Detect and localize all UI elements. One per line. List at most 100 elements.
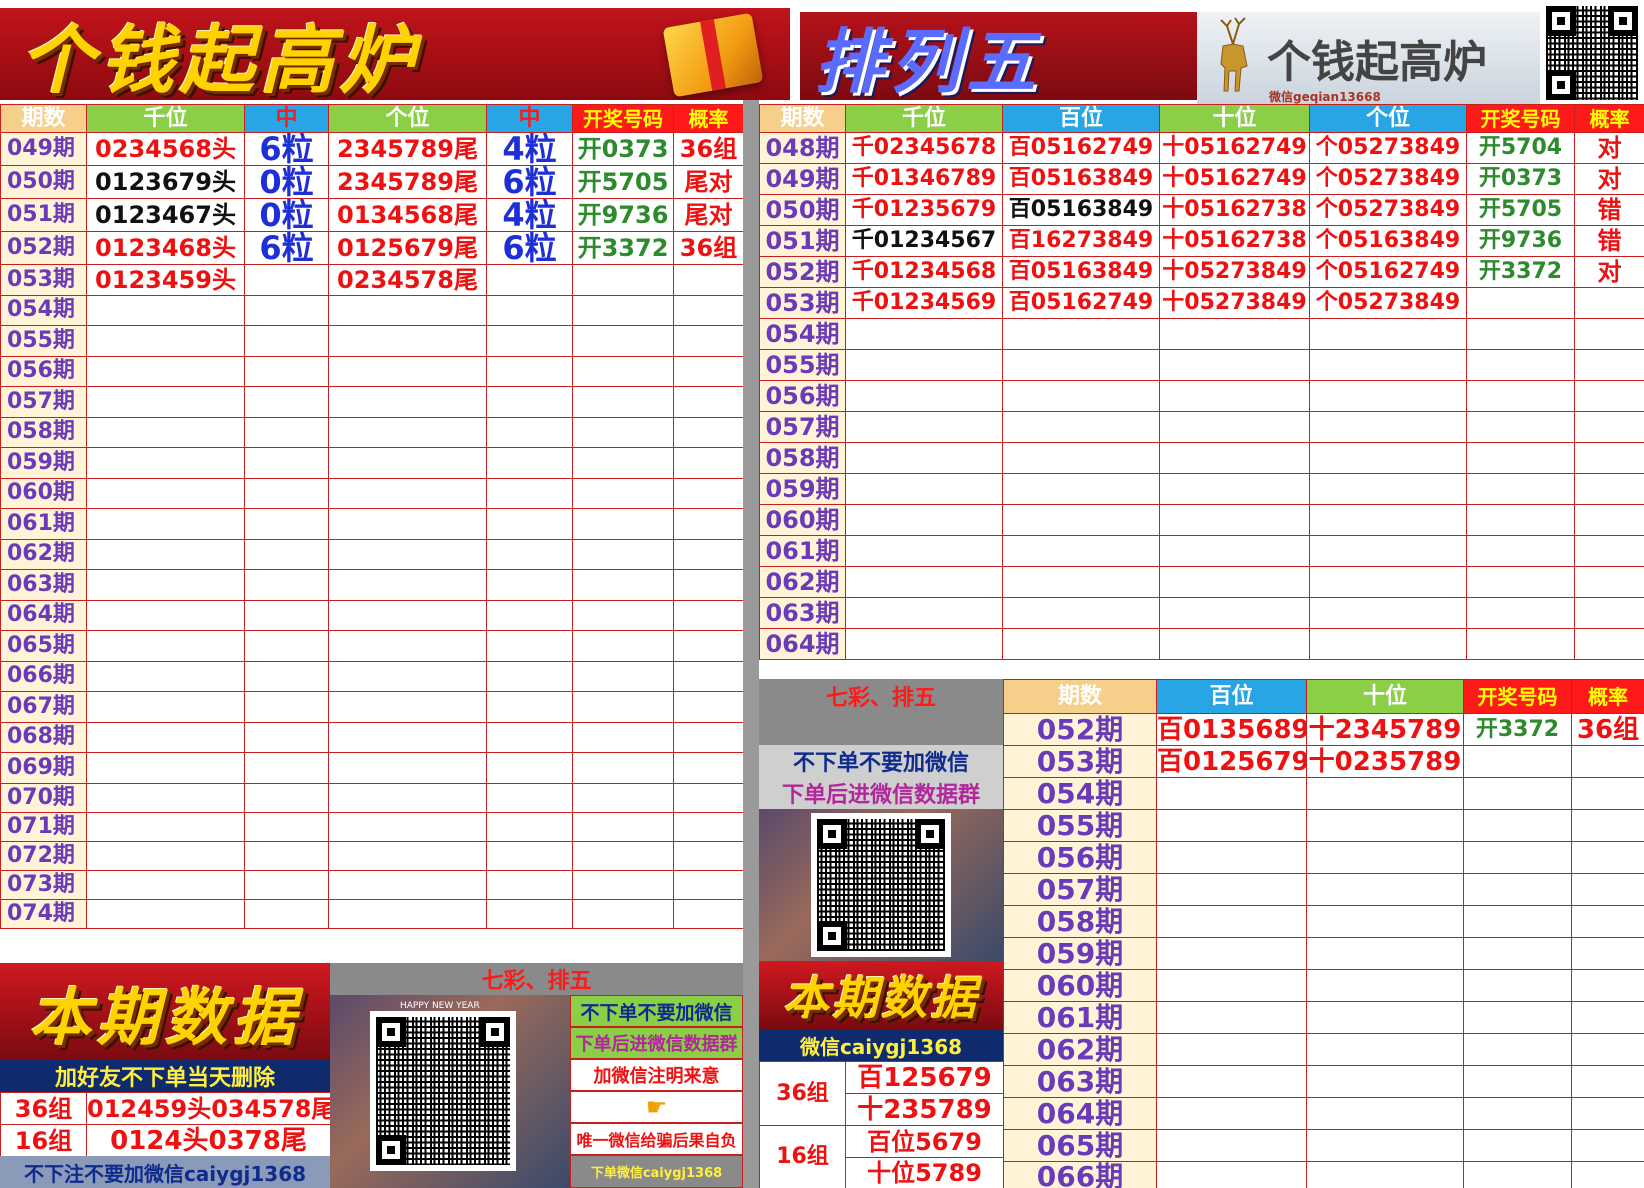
table-cell: [486, 264, 573, 296]
table-cell: [1156, 873, 1307, 906]
period-label: 050期: [0, 165, 87, 199]
table-cell: [1002, 535, 1160, 567]
table-cell: [1156, 905, 1307, 938]
table-row: 059期: [0, 447, 744, 479]
table-cell: [486, 599, 573, 631]
table-cell: [673, 294, 744, 326]
table-cell: 对: [1574, 163, 1644, 195]
table-cell: [673, 477, 744, 509]
right-bottom-group-2-value-2: 十位5789: [845, 1157, 1004, 1188]
gift-box-icon: [662, 12, 764, 98]
sub-table-header-1: 百位: [1156, 679, 1307, 714]
table-cell: 十05162749: [1159, 163, 1310, 195]
table-cell: [845, 411, 1003, 443]
sub-data-table: 期数 百位 十位 开奖号码 概率 052期 百0135689 十2345789 开3372 36组…: [1003, 679, 1644, 1188]
table-row: 057期: [759, 411, 1644, 443]
table-cell: [86, 811, 245, 842]
table-cell: [1309, 535, 1467, 567]
table-cell: [1156, 1097, 1307, 1130]
table-row: 072期: [0, 840, 744, 871]
left-table-header-row: 期数 千位中个位中开奖号码 概率: [0, 104, 744, 133]
table-cell: [328, 538, 487, 570]
table-row: 068期: [0, 721, 744, 753]
table-cell: [86, 691, 245, 723]
left-bottom-table: 36组 012459头034578尾 16组 0124头0378尾: [0, 1092, 331, 1157]
period-label: 063期: [759, 597, 846, 629]
sub-table-header-0: 期数: [1003, 679, 1157, 714]
pointing-hand-icon: ☛: [645, 1093, 668, 1121]
left-bottom-footer: 不下注不要加微信caiygj1368: [0, 1156, 330, 1188]
table-cell: [244, 477, 329, 509]
table-row: 060期: [1003, 969, 1644, 1002]
table-cell: [1309, 411, 1467, 443]
right-banner: 排列五: [800, 12, 1200, 100]
table-cell: [1574, 287, 1644, 319]
table-cell: 6粒: [486, 165, 573, 199]
table-cell: [486, 294, 573, 326]
period-label: 060期: [0, 477, 87, 509]
table-cell: 错: [1574, 225, 1644, 257]
sub-notice-1: 不下单不要加微信: [759, 745, 1003, 777]
table-cell: [1159, 380, 1310, 412]
table-cell: [1002, 566, 1160, 598]
table-cell: [1156, 1129, 1307, 1162]
table-cell: [1309, 473, 1467, 505]
period-label: 061期: [0, 508, 87, 540]
table-cell: [845, 380, 1003, 412]
table-cell: [1002, 411, 1160, 443]
table-cell: [486, 508, 573, 540]
table-cell: [244, 294, 329, 326]
table-cell: [1463, 873, 1572, 906]
table-row: 060期: [0, 477, 744, 509]
period-label: 061期: [1003, 1001, 1157, 1034]
table-row: 057期: [0, 386, 744, 418]
right-bottom-group-1-label: 36组: [759, 1061, 846, 1126]
table-cell: [1571, 905, 1644, 938]
table-cell: [86, 898, 245, 929]
column-divider: [743, 100, 759, 1188]
table-cell: [572, 898, 674, 929]
table-cell: [1466, 473, 1575, 505]
period-label: 064期: [1003, 1097, 1157, 1130]
table-cell: [1002, 318, 1160, 350]
table-row: 054期: [1003, 777, 1644, 810]
table-cell: 个05162749: [1309, 256, 1467, 288]
table-cell: [1466, 349, 1575, 381]
table-cell: [1156, 777, 1307, 810]
table-cell: [1574, 628, 1644, 660]
table-cell: [1466, 628, 1575, 660]
table-cell: [486, 840, 573, 871]
table-row: 063期: [1003, 1065, 1644, 1098]
table-cell: [244, 416, 329, 448]
table-cell: [486, 538, 573, 570]
table-cell: 4粒: [486, 198, 573, 232]
table-cell: [572, 325, 674, 357]
table-cell: [86, 325, 245, 357]
table-cell: [1306, 1129, 1464, 1162]
table-cell: [1002, 504, 1160, 536]
period-label: 064期: [0, 599, 87, 631]
table-cell: [486, 386, 573, 418]
right-bottom-banner: 本期数据: [759, 961, 1003, 1029]
table-cell: 十0235789: [1306, 745, 1464, 778]
left-table-header-4: 中: [486, 104, 573, 133]
period-label: 056期: [759, 380, 846, 412]
table-cell: [673, 569, 744, 601]
table-cell: [328, 447, 487, 479]
left-table-header-2: 中: [244, 104, 329, 133]
table-cell: [1463, 969, 1572, 1002]
left-bottom-notice: 加好友不下单当天删除: [0, 1060, 330, 1092]
period-label: 062期: [759, 566, 846, 598]
period-label: 058期: [759, 442, 846, 474]
table-cell: [244, 869, 329, 900]
period-label: 062期: [1003, 1033, 1157, 1066]
left-table-header-0: 期数: [0, 104, 87, 133]
right-table-header-1: 千位: [845, 104, 1003, 133]
table-row: 052期 0123468头 6粒 0125679尾 6粒 开3372 36组: [0, 231, 744, 265]
table-cell: [572, 869, 674, 900]
table-row: 073期: [0, 869, 744, 900]
left-table-header-3: 个位: [328, 104, 487, 133]
table-cell: 千01234569: [845, 287, 1003, 319]
right-table-header-4: 个位: [1309, 104, 1467, 133]
table-cell: [1463, 1065, 1572, 1098]
